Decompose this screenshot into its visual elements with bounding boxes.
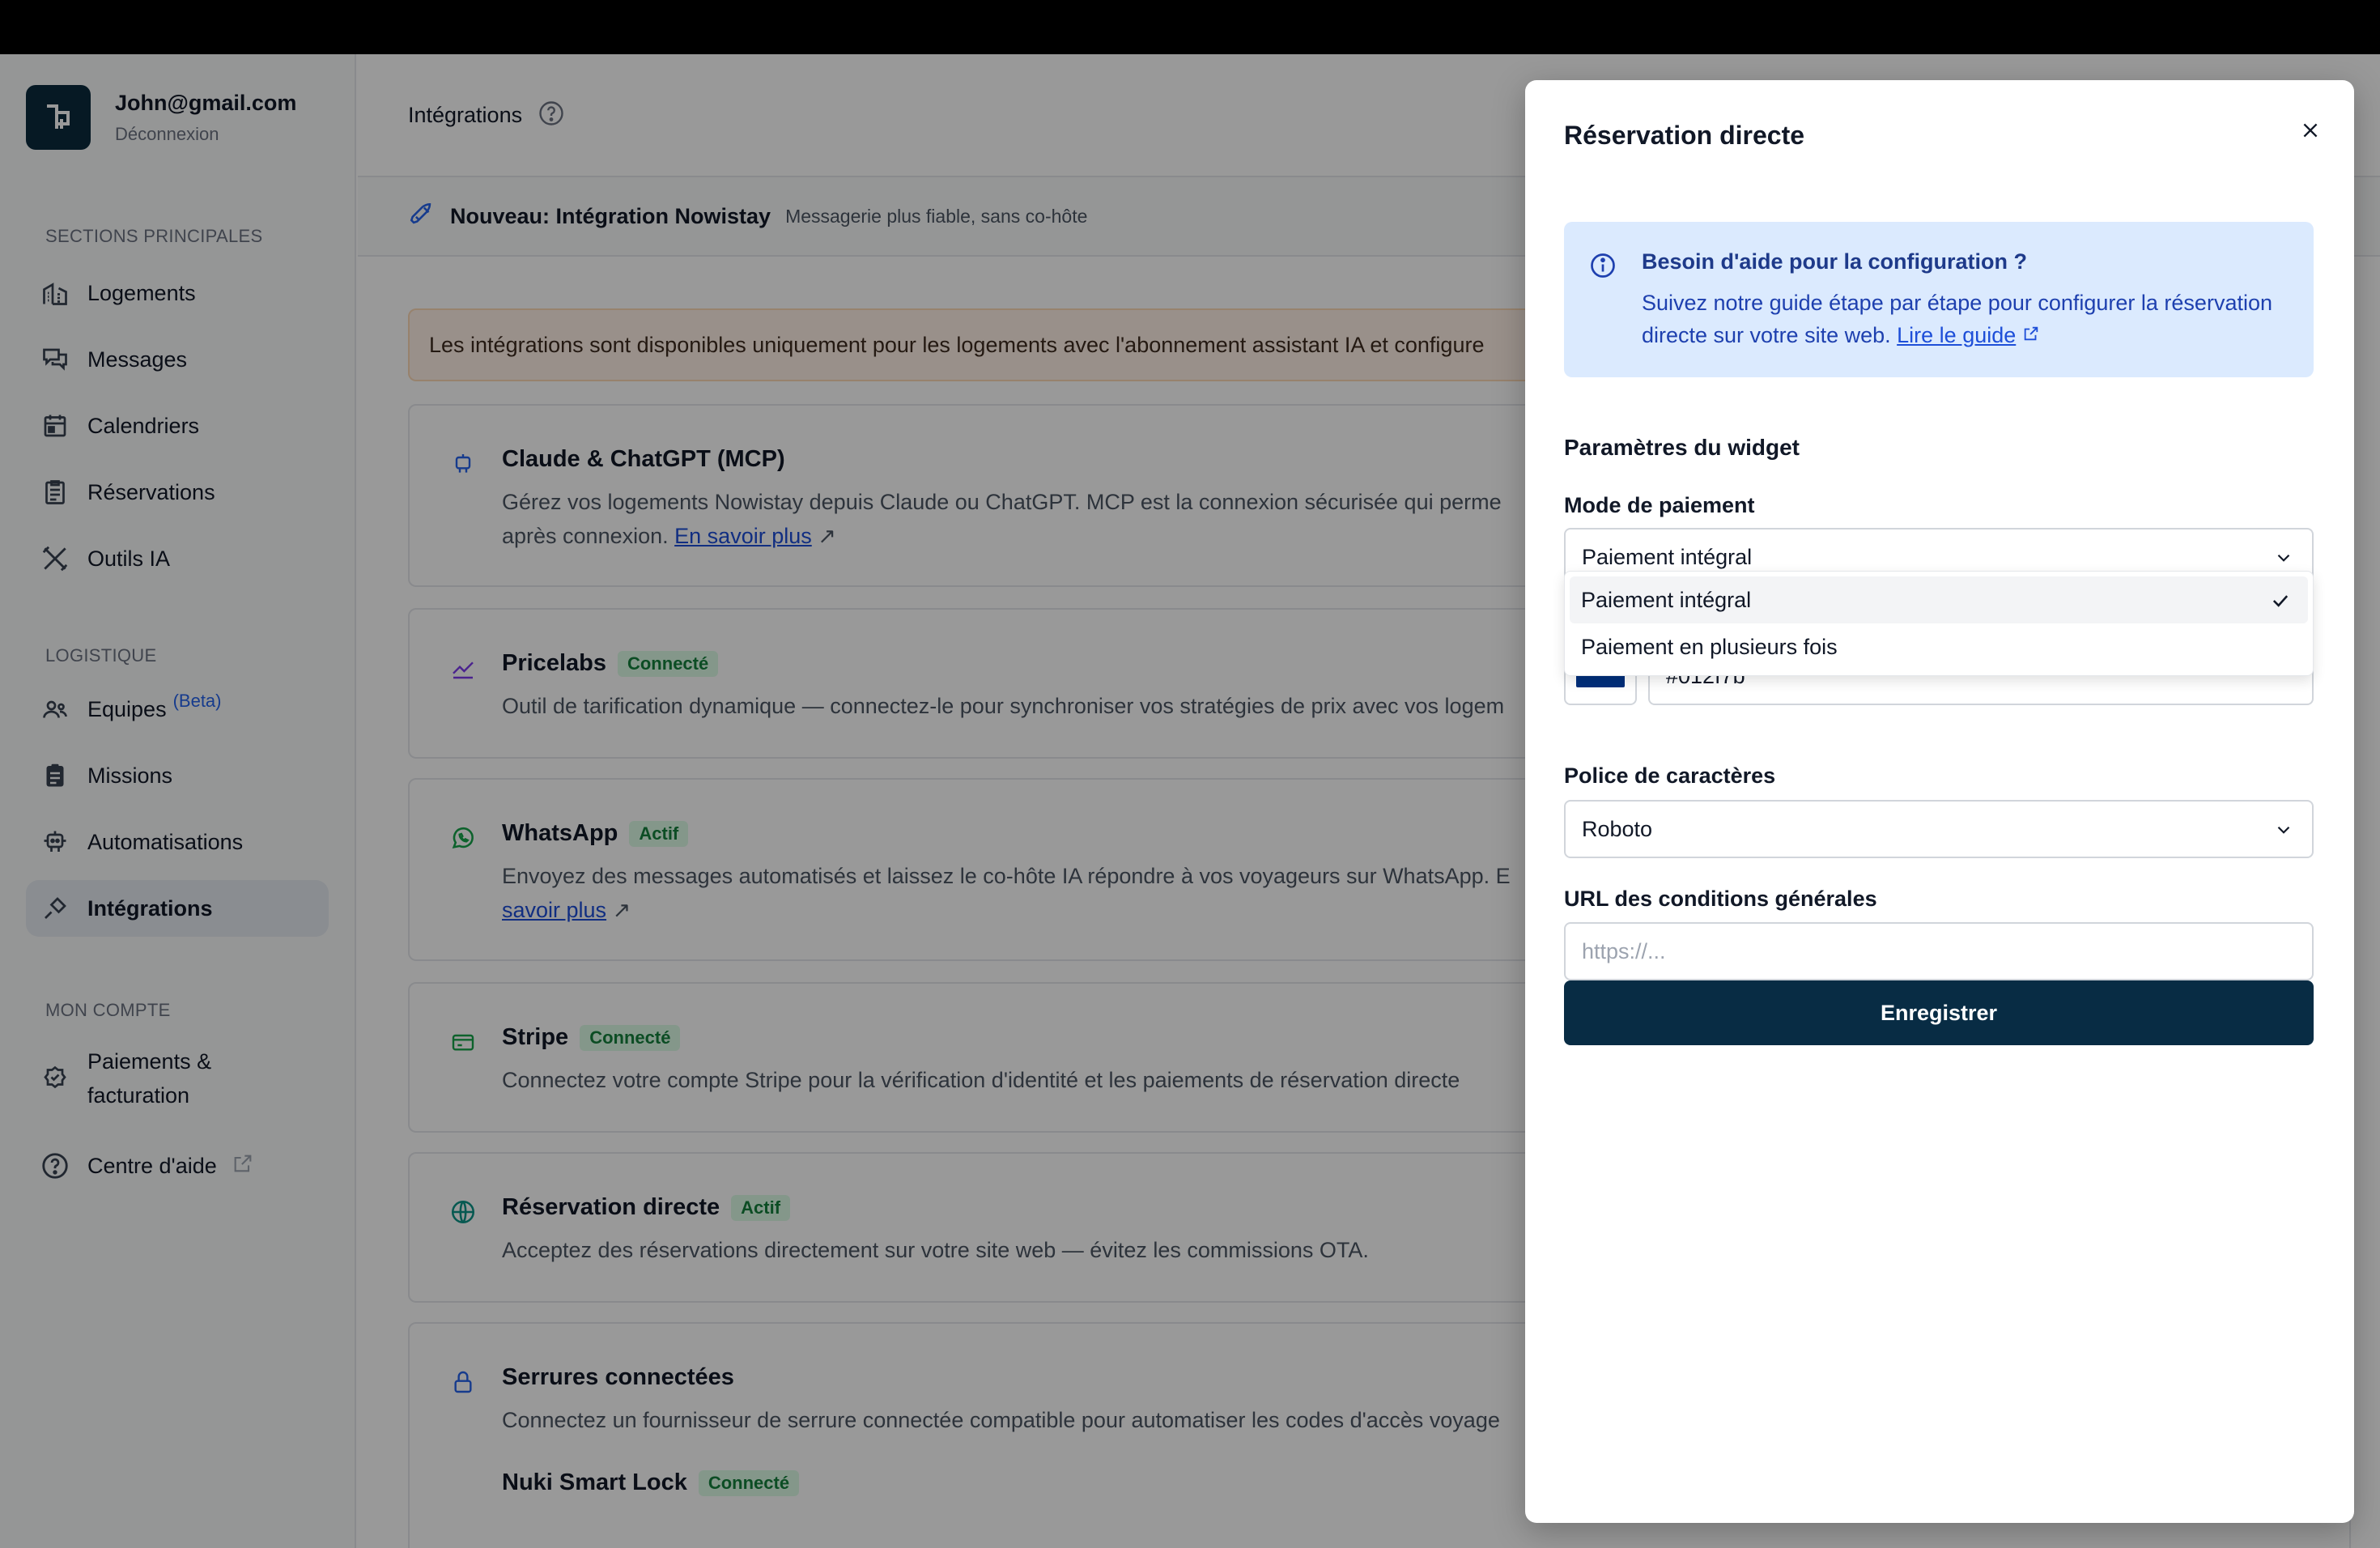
- info-title: Besoin d'aide pour la configuration ?: [1642, 249, 2027, 274]
- terms-url-label: URL des conditions générales: [1564, 887, 1877, 911]
- chevron-down-icon: [2273, 819, 2294, 846]
- top-black-bar: [0, 0, 2380, 54]
- terms-url-placeholder: https://...: [1582, 938, 1666, 963]
- check-icon: [2269, 589, 2292, 618]
- close-button[interactable]: [2289, 109, 2331, 151]
- app-window: John@gmail.com Déconnexion SECTIONS PRIN…: [0, 54, 2380, 1548]
- close-icon: [2303, 123, 2318, 138]
- reservation-directe-modal: Réservation directe Besoin d'aide pour l…: [1525, 80, 2354, 1523]
- terms-url-input[interactable]: https://...: [1564, 922, 2314, 980]
- modal-title: Réservation directe: [1564, 121, 1805, 150]
- guide-link[interactable]: Lire le guide: [1897, 323, 2016, 347]
- font-select[interactable]: Roboto: [1564, 800, 2314, 858]
- option-paiement-integral[interactable]: Paiement intégral: [1570, 576, 2308, 623]
- info-icon: [1588, 251, 1617, 284]
- help-info-box: Besoin d'aide pour la configuration ? Su…: [1564, 222, 2314, 377]
- widget-settings-title: Paramètres du widget: [1564, 435, 1800, 460]
- external-link-icon: [2022, 323, 2040, 347]
- payment-mode-dropdown: Paiement intégral Paiement en plusieurs …: [1564, 571, 2314, 676]
- option-label: Paiement intégral: [1581, 587, 1752, 612]
- payment-mode-label: Mode de paiement: [1564, 493, 1755, 517]
- info-text-block: Suivez notre guide étape par étape pour …: [1642, 287, 2273, 351]
- font-value: Roboto: [1582, 816, 1653, 841]
- font-label: Police de caractères: [1564, 763, 1776, 788]
- payment-mode-value: Paiement intégral: [1582, 544, 1753, 569]
- option-label: Paiement en plusieurs fois: [1581, 634, 1838, 659]
- option-paiement-plusieurs-fois[interactable]: Paiement en plusieurs fois: [1570, 623, 2308, 670]
- save-button[interactable]: Enregistrer: [1564, 980, 2314, 1045]
